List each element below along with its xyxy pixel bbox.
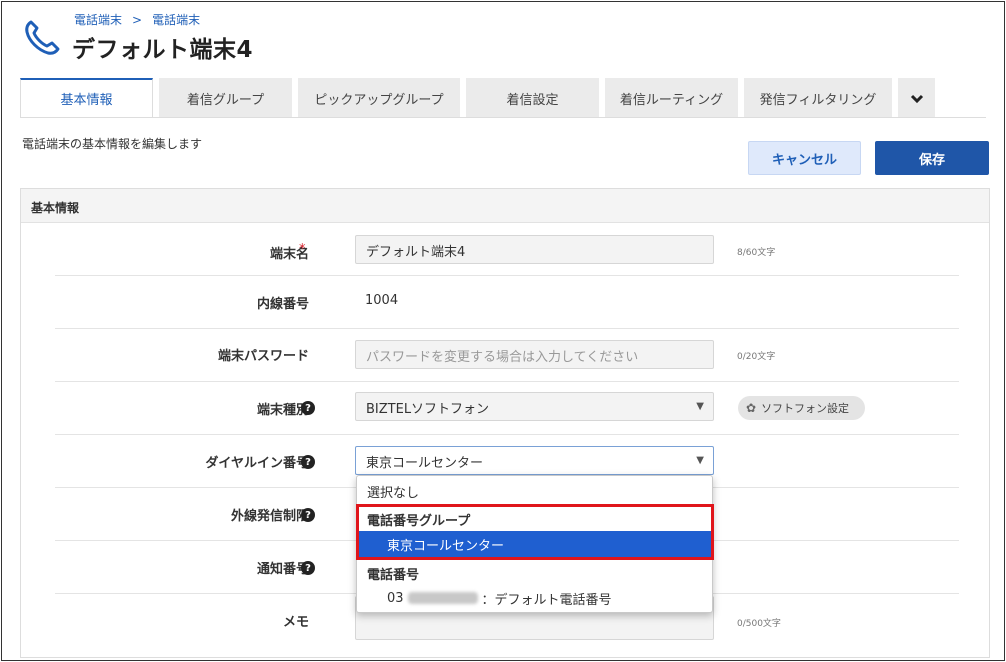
phone-number-prefix: 03 <box>387 590 404 606</box>
device-type-value: BIZTELソフトフォン <box>366 402 490 417</box>
tab-divider <box>20 117 986 118</box>
device-type-select[interactable]: BIZTELソフトフォン ▼ <box>355 392 714 421</box>
device-name-counter: 8/60文字 <box>737 248 776 258</box>
help-icon[interactable]: ? <box>301 508 315 522</box>
gear-icon: ✿ <box>746 401 757 415</box>
row-device-name: 端末名 * デフォルト端末4 8/60文字 <box>55 223 959 276</box>
password-label: 端末パスワード <box>217 349 309 364</box>
cancel-button[interactable]: キャンセル <box>748 141 861 175</box>
row-extension: 内線番号 1004 <box>55 276 959 329</box>
highlight-box <box>356 504 714 560</box>
option-none[interactable]: 選択なし <box>357 478 712 504</box>
page-description: 電話端末の基本情報を編集します <box>22 137 203 151</box>
app-window: 電話端末 > 電話端末 デフォルト端末4 基本情報 着信グループ ピックアップグ… <box>1 1 1005 661</box>
dial-in-value: 東京コールセンター <box>366 456 484 471</box>
memo-counter: 0/500文字 <box>737 619 781 629</box>
tab-incoming-group[interactable]: 着信グループ <box>159 78 292 117</box>
password-counter: 0/20文字 <box>737 352 776 362</box>
extension-label: 内線番号 <box>256 297 309 312</box>
breadcrumb-separator: > <box>132 12 143 27</box>
help-icon[interactable]: ? <box>301 401 315 415</box>
outbound-limit-label: 外線発信制限 <box>230 509 309 524</box>
phone-number-suffix: ：デフォルト電話番号 <box>481 592 612 608</box>
chevron-down-icon <box>910 94 923 103</box>
panel-title: 基本情報 <box>21 189 989 223</box>
tab-basic-info[interactable]: 基本情報 <box>20 78 153 117</box>
tab-incoming-routing[interactable]: 着信ルーティング <box>605 78 738 117</box>
tab-incoming-settings[interactable]: 着信設定 <box>466 78 599 117</box>
breadcrumb-link-2[interactable]: 電話端末 <box>152 11 200 28</box>
tab-more-button[interactable] <box>898 78 935 117</box>
page-title: デフォルト端末4 <box>72 37 254 63</box>
password-input[interactable]: パスワードを変更する場合は入力してください <box>355 340 714 369</box>
extension-value: 1004 <box>365 293 399 308</box>
breadcrumb: 電話端末 > 電話端末 <box>74 11 200 28</box>
tab-pickup-group[interactable]: ピックアップグループ <box>298 78 460 117</box>
help-icon[interactable]: ? <box>301 455 315 469</box>
option-default-phone-number[interactable]: 03 ：デフォルト電話番号 <box>357 585 712 611</box>
redacted-number <box>407 592 478 604</box>
phone-icon <box>25 20 60 55</box>
save-button[interactable]: 保存 <box>875 141 989 175</box>
option-group-phone-number: 電話番号 <box>367 567 420 583</box>
dial-in-select[interactable]: 東京コールセンター ▼ <box>355 446 714 475</box>
row-password: 端末パスワード パスワードを変更する場合は入力してください 0/20文字 <box>55 329 959 382</box>
tab-outbound-filtering[interactable]: 発信フィルタリング <box>744 78 892 117</box>
row-device-type: 端末種別 ? BIZTELソフトフォン ▼ ✿ ソフトフォン設定 <box>55 382 959 435</box>
softphone-settings-button[interactable]: ✿ ソフトフォン設定 <box>738 396 865 420</box>
breadcrumb-link-1[interactable]: 電話端末 <box>74 11 122 28</box>
dial-in-label: ダイヤルイン番号 <box>205 456 309 471</box>
softphone-settings-label: ソフトフォン設定 <box>761 402 850 415</box>
memo-label: メモ <box>282 615 309 630</box>
dropdown-arrow-icon: ▼ <box>696 401 704 412</box>
help-icon[interactable]: ? <box>301 561 315 575</box>
required-mark: * <box>299 242 306 257</box>
tab-bar: 基本情報 着信グループ ピックアップグループ 着信設定 着信ルーティング 発信フ… <box>20 78 935 117</box>
dropdown-arrow-icon: ▼ <box>696 455 704 466</box>
device-name-input[interactable]: デフォルト端末4 <box>355 235 714 264</box>
